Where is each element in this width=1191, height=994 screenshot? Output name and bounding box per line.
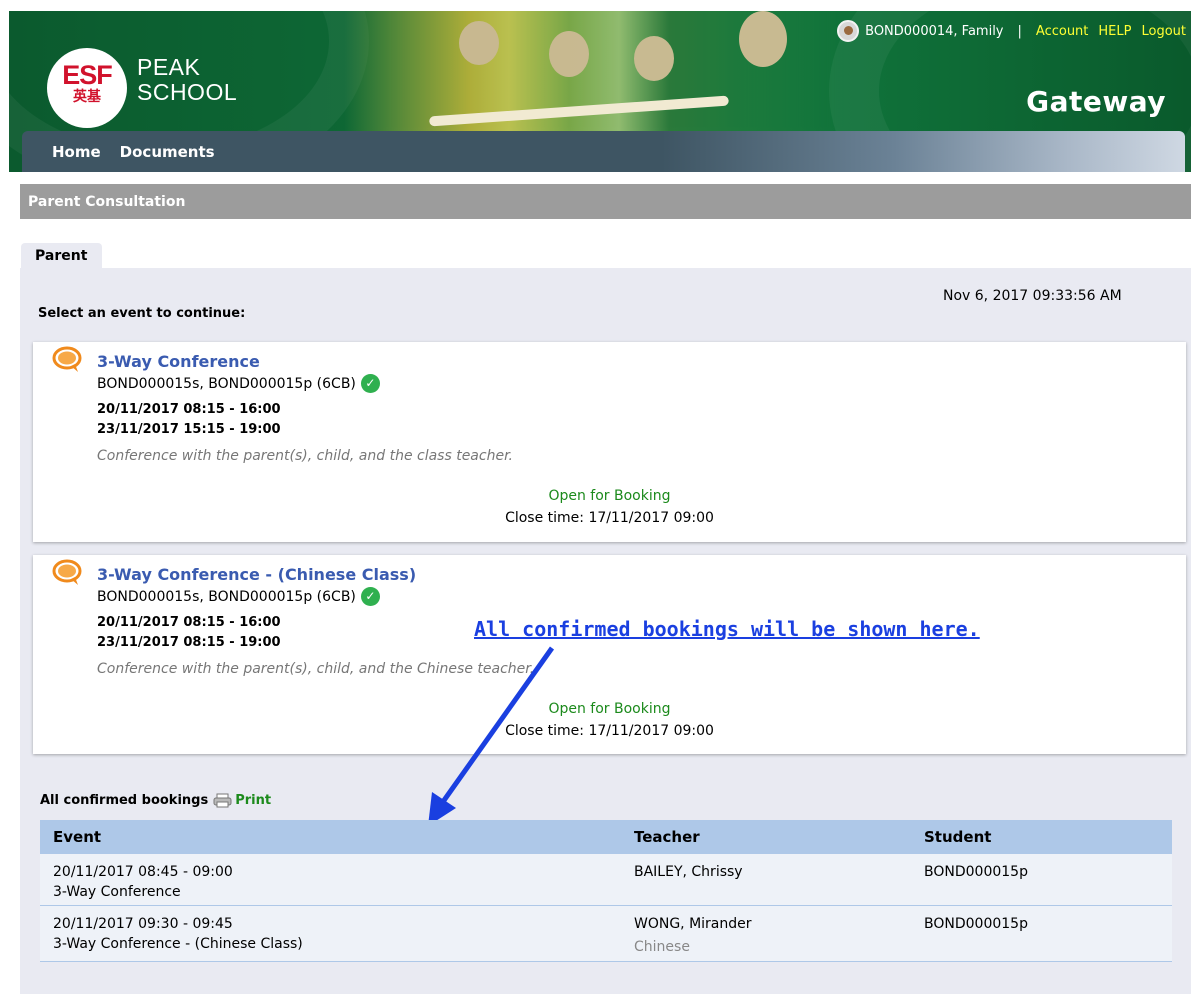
banner-photo-figure <box>549 31 589 77</box>
main-nav: Home Documents <box>22 131 1185 172</box>
nav-documents[interactable]: Documents <box>120 143 215 161</box>
logo-chinese-text: 英基 <box>73 89 101 105</box>
booking-student: BOND000015p <box>924 864 1028 880</box>
booking-event-cell: 20/11/2017 09:30 - 09:45 3-Way Conferenc… <box>40 906 621 961</box>
event-status: Open for Booking <box>548 488 671 504</box>
table-header: Event Teacher Student <box>40 820 1172 854</box>
speech-bubble-icon <box>52 559 82 585</box>
current-timestamp: Nov 6, 2017 09:33:56 AM <box>943 288 1122 304</box>
school-name-line1: PEAK <box>137 54 201 80</box>
event-status: Open for Booking <box>548 701 671 717</box>
user-name: BOND000014, Family <box>865 23 1004 39</box>
event-date: 20/11/2017 08:15 - 16:00 <box>97 402 281 417</box>
check-icon: ✓ <box>360 587 380 606</box>
banner-photo-figure <box>739 11 787 67</box>
column-header-teacher: Teacher <box>634 828 700 846</box>
section-title: Parent Consultation <box>20 184 1191 219</box>
select-event-prompt: Select an event to continue: <box>38 306 246 321</box>
event-title[interactable]: 3-Way Conference <box>97 352 260 371</box>
speech-bubble-icon <box>52 346 82 372</box>
account-link[interactable]: Account <box>1036 24 1089 39</box>
logo-esf-text: ESF <box>62 60 113 90</box>
bookings-heading: All confirmed bookings Print <box>40 793 271 808</box>
school-logo: ESF 英基 <box>47 48 127 128</box>
booking-event-name: 3-Way Conference <box>53 884 181 900</box>
event-card[interactable]: 3-Way Conference BOND000015s, BOND000015… <box>33 342 1186 542</box>
event-close-time: Close time: 17/11/2017 09:00 <box>505 510 714 526</box>
booking-teacher: BAILEY, Chrissy <box>634 864 743 880</box>
logout-link[interactable]: Logout <box>1141 24 1186 39</box>
tab-parent[interactable]: Parent <box>21 243 102 269</box>
event-title[interactable]: 3-Way Conference - (Chinese Class) <box>97 565 416 584</box>
booking-student-cell: BOND000015p <box>911 906 1172 961</box>
print-link[interactable]: Print <box>235 793 271 808</box>
event-students-text: BOND000015s, BOND000015p (6CB) <box>97 375 356 392</box>
column-header-event: Event <box>53 828 102 846</box>
event-description: Conference with the parent(s), child, an… <box>97 661 535 677</box>
booking-event-cell: 20/11/2017 08:45 - 09:00 3-Way Conferenc… <box>40 854 621 905</box>
help-link[interactable]: HELP <box>1098 24 1131 39</box>
school-name-line2: SCHOOL <box>137 79 238 105</box>
event-students: BOND000015s, BOND000015p (6CB) ✓ <box>97 374 380 393</box>
booking-event-name: 3-Way Conference - (Chinese Class) <box>53 936 303 952</box>
event-close-time: Close time: 17/11/2017 09:00 <box>505 723 714 739</box>
user-bar-separator: | <box>1017 23 1022 39</box>
booking-time: 20/11/2017 09:30 - 09:45 <box>53 916 233 932</box>
column-header-student: Student <box>924 828 992 846</box>
event-description: Conference with the parent(s), child, an… <box>97 448 513 464</box>
banner-photo-figure <box>459 21 499 65</box>
annotation-text: All confirmed bookings will be shown her… <box>474 617 980 641</box>
event-date: 20/11/2017 08:15 - 16:00 <box>97 615 281 630</box>
bookings-heading-text: All confirmed bookings <box>40 793 209 808</box>
table-row: 20/11/2017 09:30 - 09:45 3-Way Conferenc… <box>40 906 1172 962</box>
school-name: PEAK SCHOOL <box>137 55 237 105</box>
check-icon: ✓ <box>360 374 380 393</box>
booking-teacher: WONG, Mirander <box>634 916 752 932</box>
portal-title: Gateway <box>1026 85 1166 118</box>
event-students: BOND000015s, BOND000015p (6CB) ✓ <box>97 587 380 606</box>
event-card[interactable]: 3-Way Conference - (Chinese Class) BOND0… <box>33 555 1186 754</box>
event-date: 23/11/2017 15:15 - 19:00 <box>97 422 281 437</box>
booking-subject: Chinese <box>634 939 690 955</box>
printer-icon[interactable] <box>213 793 232 808</box>
booking-teacher-cell: BAILEY, Chrissy <box>621 854 911 905</box>
event-date: 23/11/2017 08:15 - 19:00 <box>97 635 281 650</box>
table-row: 20/11/2017 08:45 - 09:00 3-Way Conferenc… <box>40 854 1172 906</box>
event-students-text: BOND000015s, BOND000015p (6CB) <box>97 588 356 605</box>
booking-student-cell: BOND000015p <box>911 854 1172 905</box>
banner-photo-figure <box>634 36 674 81</box>
nav-home[interactable]: Home <box>52 143 101 161</box>
booking-student: BOND000015p <box>924 916 1028 932</box>
user-bar: BOND000014, Family | Account HELP Logout <box>837 20 1186 42</box>
bookings-table: Event Teacher Student 20/11/2017 08:45 -… <box>40 820 1172 962</box>
booking-teacher-cell: WONG, Mirander Chinese <box>621 906 911 961</box>
user-avatar-icon <box>837 20 860 42</box>
booking-time: 20/11/2017 08:45 - 09:00 <box>53 864 233 880</box>
